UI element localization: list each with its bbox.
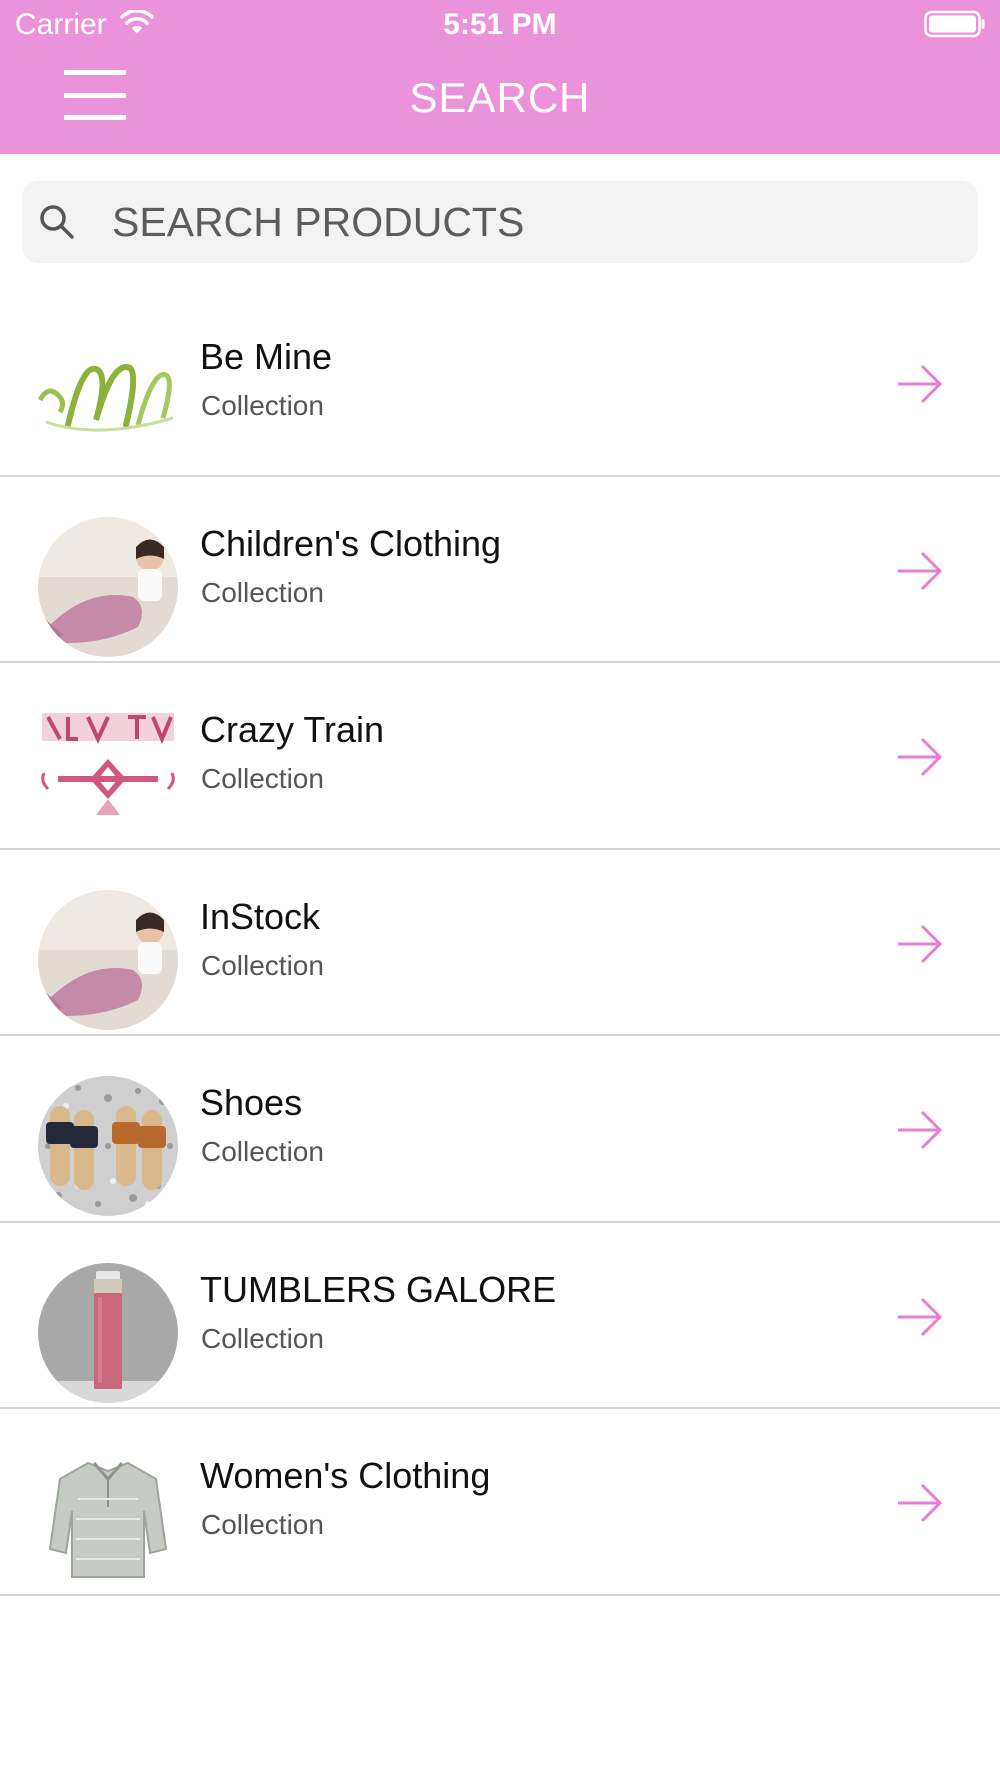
arrow-right-icon[interactable] <box>896 360 944 408</box>
item-subtitle: Collection <box>201 1136 324 1167</box>
header: Carrier 5:51 PM SEARCH <box>0 0 1000 154</box>
arrow-right-icon[interactable] <box>896 733 944 781</box>
collection-thumbnail <box>38 703 178 843</box>
collection-list: Be Mine Collection Children's Clothing C… <box>0 290 1000 1596</box>
item-title: Be Mine <box>200 336 333 377</box>
item-subtitle: Collection <box>201 390 324 421</box>
collection-thumbnail <box>38 889 178 1030</box>
list-item[interactable]: Shoes Collection <box>0 1036 1000 1223</box>
item-title: Shoes <box>200 1082 303 1123</box>
arrow-right-icon[interactable] <box>896 1106 944 1154</box>
collection-thumbnail <box>38 330 178 470</box>
item-subtitle: Collection <box>201 576 324 608</box>
item-title: Women's Clothing <box>200 1455 491 1496</box>
item-subtitle: Collection <box>201 949 324 981</box>
page-title: SEARCH <box>409 74 591 121</box>
search-bar[interactable] <box>22 181 978 263</box>
item-title: Crazy Train <box>200 709 385 750</box>
arrow-right-icon[interactable] <box>896 920 944 968</box>
collection-thumbnail <box>38 1449 178 1589</box>
collection-thumbnail <box>38 516 178 657</box>
nav-bar: SEARCH <box>0 50 1000 154</box>
list-item[interactable]: Be Mine Collection <box>0 290 1000 477</box>
item-title: TUMBLERS GALORE <box>200 1268 557 1310</box>
arrow-right-icon[interactable] <box>896 1479 944 1527</box>
collection-thumbnail <box>38 1076 178 1216</box>
search-input[interactable] <box>88 181 958 263</box>
arrow-right-icon[interactable] <box>896 1293 944 1341</box>
clock: 5:51 PM <box>443 8 557 41</box>
list-item[interactable]: Women's Clothing Collection <box>0 1409 1000 1596</box>
search-icon <box>40 205 74 239</box>
item-title: Children's Clothing <box>200 522 502 564</box>
list-item[interactable]: TUMBLERS GALORE Collection <box>0 1223 1000 1409</box>
item-subtitle: Collection <box>201 1322 324 1354</box>
list-item[interactable]: InStock Collection <box>0 850 1000 1036</box>
item-subtitle: Collection <box>201 1509 324 1540</box>
search-screen: Carrier 5:51 PM SEARCH SEARCH PRODUCTS B… <box>0 0 1000 1778</box>
arrow-right-icon[interactable] <box>896 547 944 595</box>
item-title: InStock <box>200 895 321 937</box>
collection-thumbnail <box>38 1262 178 1403</box>
battery-icon <box>924 10 985 38</box>
list-item[interactable]: Children's Clothing Collection <box>0 477 1000 663</box>
status-bar: Carrier 5:51 PM <box>0 0 1000 50</box>
item-subtitle: Collection <box>201 763 324 794</box>
list-item[interactable]: Crazy Train Collection <box>0 663 1000 850</box>
